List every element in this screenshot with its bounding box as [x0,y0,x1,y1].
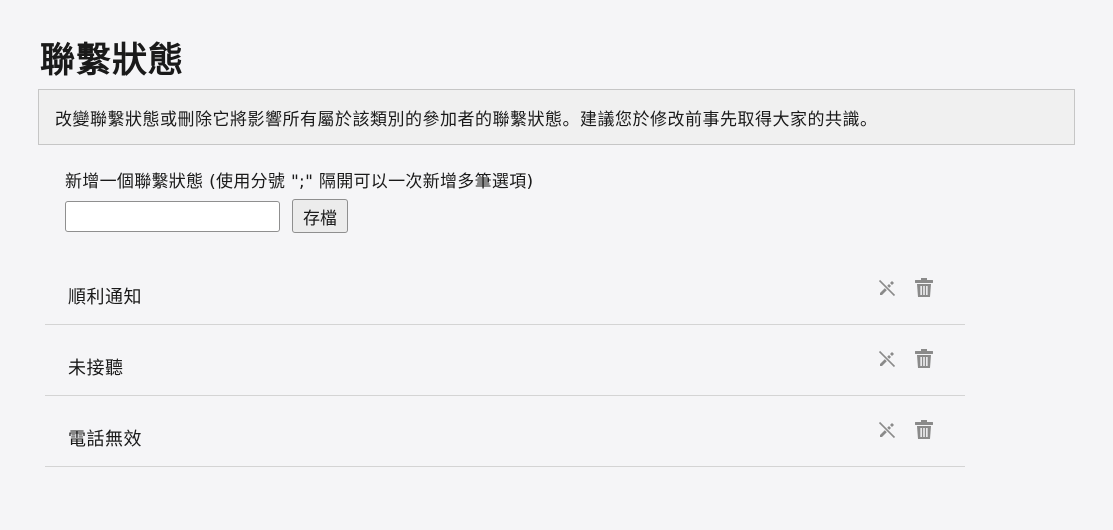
status-name: 未接聽 [68,358,124,379]
trash-icon[interactable] [912,276,936,300]
status-row: 順利通知 [45,254,965,325]
status-row: 未接聽 [45,325,965,396]
add-status-form: 新增一個聯繫狀態 (使用分號 ";" 隔開可以一次新增多筆選項) 存檔 [65,168,533,233]
trash-icon[interactable] [912,347,936,371]
page-title: 聯繫狀態 [40,41,185,81]
notice-box: 改變聯繫狀態或刪除它將影響所有屬於該類別的參加者的聯繫狀態。建議您於修改前事先取… [38,89,1075,145]
edit-off-icon[interactable] [875,276,899,300]
status-name: 電話無效 [68,429,142,450]
new-status-input[interactable] [65,200,280,232]
notice-text: 改變聯繫狀態或刪除它將影響所有屬於該類別的參加者的聯繫狀態。建議您於修改前事先取… [55,109,878,130]
trash-icon[interactable] [912,418,936,442]
edit-off-icon[interactable] [875,347,899,371]
status-list: 順利通知 未接聽 電話無效 [45,254,965,467]
save-button[interactable]: 存檔 [292,199,348,233]
add-status-label: 新增一個聯繫狀態 (使用分號 ";" 隔開可以一次新增多筆選項) [65,172,534,192]
add-status-row: 存檔 [65,199,533,233]
status-row: 電話無效 [45,396,965,467]
status-name: 順利通知 [68,287,142,308]
edit-off-icon[interactable] [875,418,899,442]
